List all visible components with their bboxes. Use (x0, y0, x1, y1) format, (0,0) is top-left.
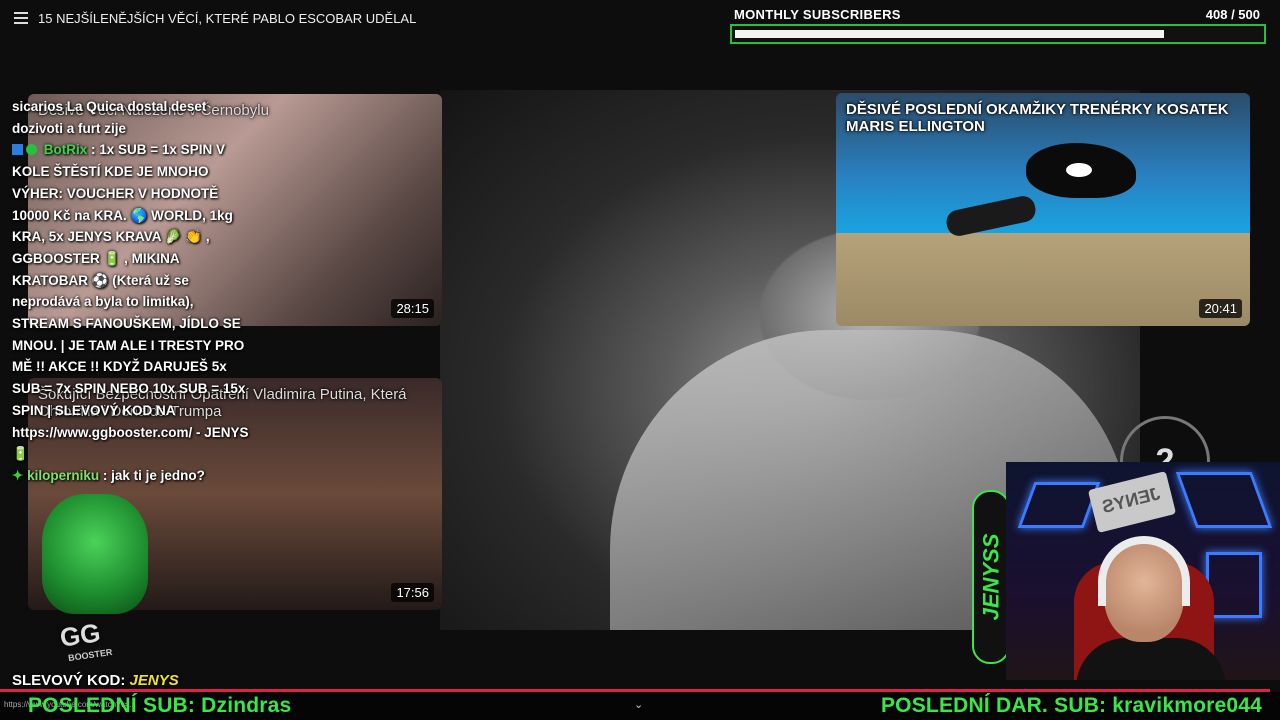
diamond-badge-icon: ✦ (12, 467, 24, 483)
ggbooster-mascot (42, 494, 148, 614)
chat-message: sicarios La Quica dostal deset dozivoti … (12, 96, 252, 139)
chevron-down-icon[interactable]: ⌄ (634, 698, 643, 711)
video-title: 15 NEJŠÍLENĚJŠÍCH VĚCÍ, KTERÉ PABLO ESCO… (38, 10, 417, 26)
verified-badge-icon (26, 144, 37, 156)
video-duration: 17:56 (391, 583, 434, 602)
webcam-feed: JENYS (1006, 462, 1280, 680)
neon-light (1017, 482, 1101, 528)
discount-code-value: JENYS (129, 672, 179, 689)
bot-badge-icon (12, 144, 23, 156)
discount-code-label: SLEVOVÝ KOD: (12, 672, 126, 689)
subscriber-goal: / 500 (1231, 7, 1260, 22)
person-image (944, 193, 1038, 239)
subscriber-progress-bar (730, 24, 1266, 44)
ggbooster-logo: GG BOOSTER (30, 484, 160, 664)
video-title-bar: 15 NEJŠÍLENĚJŠÍCH VĚCÍ, KTERÉ PABLO ESCO… (0, 0, 416, 36)
streamer-logo-text: JENYSS (978, 533, 1004, 621)
neon-light (1206, 552, 1262, 618)
video-card[interactable]: DĚSIVÉ POSLEDNÍ OKAMŽIKY TRENÉRKY KOSATE… (836, 93, 1250, 326)
orca-image (1026, 143, 1136, 198)
chat-message-text: : jak ti je jedno? (99, 467, 205, 483)
neon-light (1175, 472, 1273, 528)
chat-message-text: sicarios La Quica dostal deset dozivoti … (12, 99, 207, 136)
chat-overlay: sicarios La Quica dostal deset dozivoti … (12, 96, 252, 487)
subscriber-count: 408 (1205, 7, 1228, 22)
subscriber-goal-widget: MONTHLY SUBSCRIBERS 408 / 500 (730, 4, 1270, 48)
last-donation: POSLEDNÍ DAR. SUB: kravikmore044 (880, 694, 1262, 717)
video-duration: 28:15 (391, 299, 434, 318)
wall-sign-text: JENYS (1099, 483, 1163, 518)
chat-username: BotRix (43, 142, 88, 158)
menu-icon[interactable] (14, 12, 28, 24)
discount-code: SLEVOVÝ KOD: JENYS (12, 672, 179, 689)
headset-icon (1098, 536, 1190, 606)
video-duration: 20:41 (1199, 299, 1242, 318)
subscriber-progress-fill (735, 30, 1164, 38)
video-card-title: DĚSIVÉ POSLEDNÍ OKAMŽIKY TRENÉRKY KOSATE… (846, 101, 1229, 135)
subscriber-goal-count: 408 / 500 (1206, 7, 1260, 22)
subscriber-goal-label: MONTHLY SUBSCRIBERS (734, 7, 901, 22)
wall-sign: JENYS (1087, 470, 1177, 534)
chat-message-text: : 1x SUB = 1x SPIN V KOLE ŠTĚSTÍ KDE JE … (12, 142, 249, 462)
streamer-logo: JENYSS (972, 490, 1010, 664)
last-subscriber: POSLEDNÍ SUB: Dzindras (28, 694, 292, 717)
chat-username: kiloperniku (27, 467, 100, 483)
chat-message: BotRix : 1x SUB = 1x SPIN V KOLE ŠTĚSTÍ … (12, 139, 252, 465)
